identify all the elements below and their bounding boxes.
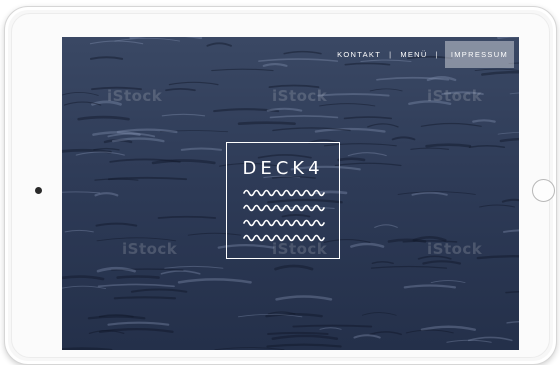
top-nav: KONTAKT | MENÜ | IMPRESSUM <box>335 41 514 68</box>
ocean-ripple <box>62 347 113 350</box>
nav-link-kontakt[interactable]: KONTAKT <box>335 50 383 59</box>
watermark-text: iStock <box>122 240 178 258</box>
watermark-text: iStock <box>272 87 328 105</box>
nav-link-menu[interactable]: MENÜ <box>398 50 429 59</box>
ocean-ripple <box>425 143 472 148</box>
nav-separator: | <box>389 50 393 59</box>
watermark-text: iStock <box>107 87 163 105</box>
deck4-logo[interactable]: DECK4 <box>226 142 340 259</box>
ocean-ripple <box>292 324 373 328</box>
ocean-ripple <box>237 121 296 126</box>
wave-line <box>243 204 325 212</box>
waves-icon <box>243 189 325 242</box>
ocean-ripple <box>337 157 366 162</box>
watermark-text: iStock <box>427 87 483 105</box>
camera-icon <box>35 187 42 194</box>
wave-line <box>243 234 325 242</box>
screen: iStock iStock iStock iStock iStock iStoc… <box>62 37 519 350</box>
nav-link-impressum[interactable]: IMPRESSUM <box>444 41 514 68</box>
nav-separator: | <box>435 50 439 59</box>
watermark-text: iStock <box>427 240 483 258</box>
logo-text: DECK4 <box>242 158 324 179</box>
ocean-ripple <box>113 296 176 300</box>
tablet-frame: iStock iStock iStock iStock iStock iStoc… <box>4 6 557 365</box>
wave-line <box>243 219 325 227</box>
home-button[interactable] <box>532 179 555 202</box>
wave-line <box>243 189 325 197</box>
ocean-ripple <box>267 331 329 336</box>
ocean-ripple <box>116 275 160 279</box>
